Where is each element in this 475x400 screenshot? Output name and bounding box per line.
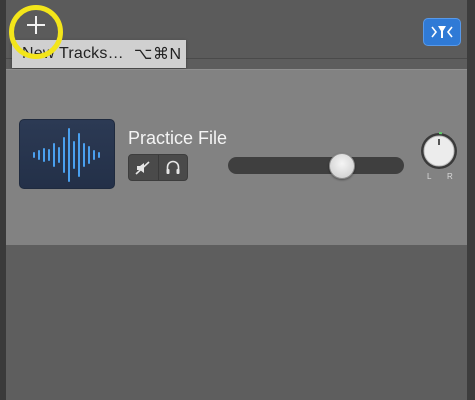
pan-knob[interactable]: L R <box>416 130 462 188</box>
mute-speaker-icon <box>135 160 150 175</box>
pan-left-label: L <box>427 172 432 181</box>
track-icon[interactable] <box>19 119 115 189</box>
plus-icon <box>27 16 45 34</box>
volume-slider-thumb[interactable] <box>329 153 355 179</box>
audio-waveform-icon <box>33 128 100 182</box>
tooltip-shortcut: ⌥⌘N <box>134 46 182 63</box>
solo-button[interactable] <box>157 155 188 180</box>
volume-slider[interactable] <box>228 153 404 179</box>
tooltip-label: New Tracks… <box>22 45 124 62</box>
headphones-icon <box>166 160 180 174</box>
track-controls <box>128 154 188 181</box>
volume-slider-track[interactable] <box>228 157 404 174</box>
smart-controls-filter-icon <box>431 26 453 38</box>
add-track-button[interactable] <box>22 11 50 39</box>
new-tracks-tooltip: New Tracks… ⌥⌘N <box>12 40 186 68</box>
tracks-empty-area <box>6 245 467 400</box>
mute-button[interactable] <box>129 155 158 180</box>
smart-controls-filter-button[interactable] <box>423 18 461 46</box>
window-right-edge <box>467 0 475 400</box>
pan-right-label: R <box>447 172 453 181</box>
track-name[interactable]: Practice File <box>128 128 227 149</box>
track-header[interactable]: Practice File L R <box>6 69 467 246</box>
pan-knob-dial <box>421 132 457 169</box>
